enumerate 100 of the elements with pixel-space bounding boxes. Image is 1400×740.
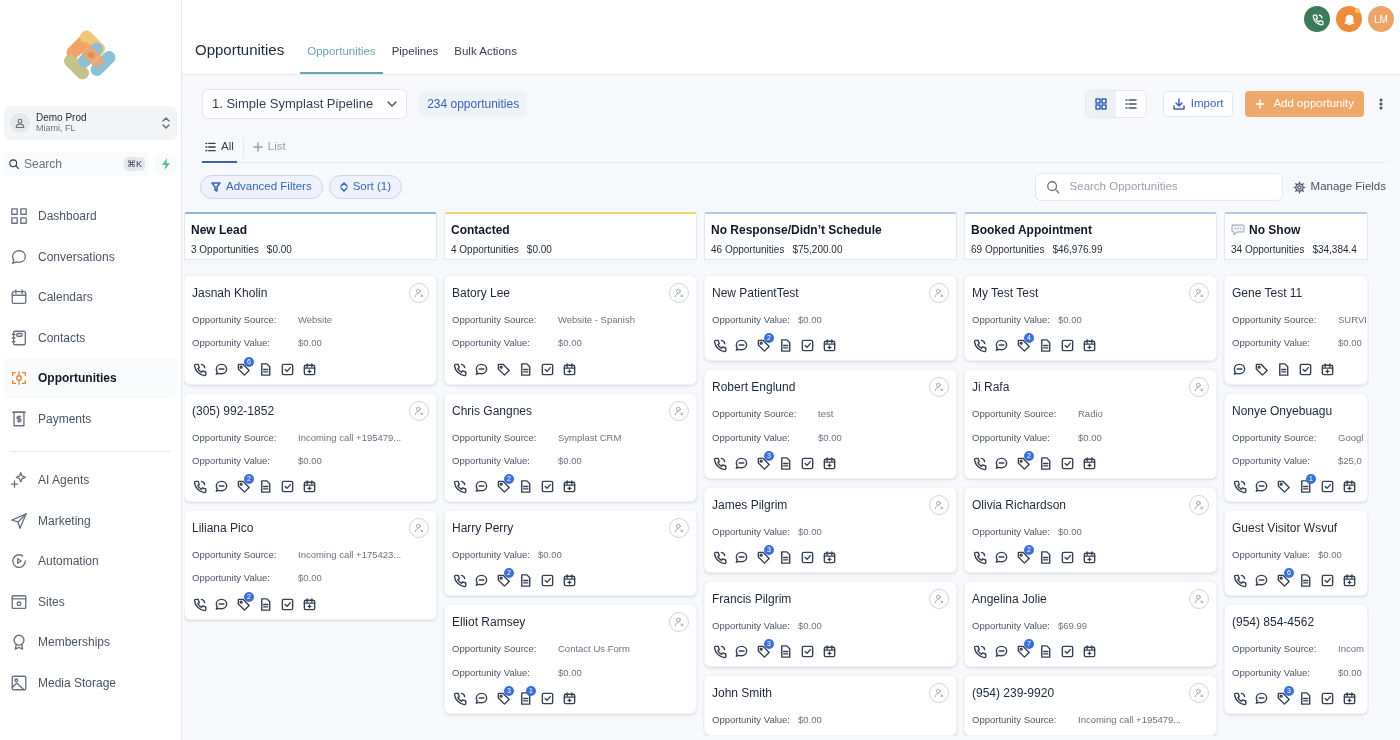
phone-icon [192,596,207,612]
search-field[interactable]: Search ⌘K [4,152,149,176]
grid-view-button[interactable] [1085,91,1116,117]
opportunity-value: $0.00 [298,336,322,351]
sort-button[interactable]: Sort (1) [328,175,402,199]
checkbox-icon [280,479,295,494]
document-icon [1298,479,1313,494]
contact-name: My Test Test [972,285,1039,302]
document-icon [1038,644,1053,660]
calendar-icon [822,644,837,660]
chevron-down-icon [387,101,398,107]
phone-icon [452,361,467,377]
sidebar-item[interactable]: Opportunities [4,358,177,399]
sidebar-item[interactable]: Conversations [4,236,177,277]
calendar-icon [302,596,317,612]
image-icon [10,673,28,692]
sidebar-item[interactable]: Media Storage [4,662,177,703]
source-value: Contact Us Form [558,642,630,657]
import-button[interactable]: Import [1162,91,1234,117]
user-icon [674,288,684,298]
field-label: Opportunity Source: [192,313,278,327]
phone-icon [452,479,467,494]
opportunity-count: 4 Opportunities [451,243,519,257]
field-label: Opportunity Value: [972,524,1050,539]
user-icon [414,288,424,298]
document-icon [518,479,533,494]
sidebar-item[interactable]: Dashboard [4,196,177,237]
tag-icon [1016,455,1031,471]
field-label: Opportunity Source: [452,430,538,445]
sidebar-item[interactable]: Calendars [4,277,177,318]
tag-icon [496,573,511,589]
opportunity-value: $0.00 [538,548,562,562]
account-name: Demo Prod [36,112,88,123]
contact-name: Guest Visitor Wsvuf [1232,520,1338,537]
user-icon [934,382,944,393]
document-icon [258,361,273,377]
source-value: SURVI [1338,313,1367,327]
chevron-up-down-icon [161,116,171,130]
phone-icon [972,338,987,354]
chat-icon [734,455,749,471]
sidebar-item[interactable]: AI Agents [4,460,177,501]
document-icon [518,690,533,706]
lightning-icon [161,158,171,170]
page-tab[interactable]: Bulk Actions [447,42,524,74]
document-icon [258,479,273,494]
contact-name: (954) 239-9920 [972,685,1055,703]
calendar-icon [822,455,837,471]
column-total: $34,384.4 [1312,243,1357,257]
contact-book-icon [10,328,28,347]
column-total: $0.00 [526,243,552,257]
checkbox-icon [540,573,555,589]
phone-icon [452,573,467,589]
source-value: Incom [1338,642,1364,657]
checkbox-icon [540,479,555,494]
chat-icon [734,550,749,565]
chat-icon [994,455,1009,471]
checkbox-icon [1320,690,1335,706]
manage-fields-button[interactable]: Manage Fields [1292,178,1386,196]
checkbox-icon [800,550,815,565]
pipeline-select[interactable]: 1. Simple Symplast Pipeline [202,89,408,119]
document-icon [1038,455,1053,471]
advanced-filters-button[interactable]: Advanced Filters [200,175,323,199]
opportunity-value: $0.00 [798,619,822,633]
opportunity-value: $0.00 [298,453,322,468]
document-icon [1276,361,1291,377]
tag-icon [1016,550,1031,565]
sidebar-item[interactable]: Marketing [4,500,177,541]
contact-name: Ji Rafa [972,379,1010,397]
phone-button[interactable] [1304,6,1330,32]
checkbox-icon [800,455,815,471]
checkbox-icon [1060,550,1075,565]
send-icon [10,511,28,530]
quick-action-button[interactable] [155,153,177,175]
field-label: Opportunity Source: [192,548,278,562]
phone-icon [712,338,727,354]
field-label: Opportunity Source: [1232,430,1318,445]
chat-icon [994,338,1009,354]
opportunity-value: $0.00 [558,453,582,468]
contact-name: Gene Test 11 [1232,285,1303,302]
view-tab[interactable]: All [202,132,237,163]
user-icon [414,523,424,533]
account-switcher[interactable]: Demo Prod Miami, FL [4,106,177,140]
sidebar-item[interactable]: Automation [4,541,177,582]
source-value: Incoming call +175423... [298,548,402,562]
calendar-icon [562,573,577,589]
page-tab[interactable]: Pipelines [384,42,446,74]
sidebar-item[interactable]: Payments [4,398,177,439]
field-label: Opportunity Source: [712,407,798,422]
field-label: Opportunity Source: [452,642,538,657]
chat-icon [734,338,749,354]
sort-icon [339,182,348,192]
field-label: Opportunity Value: [712,524,790,539]
sidebar-item[interactable]: Contacts [4,317,177,358]
source-value: Symplast CRM [558,430,622,445]
sidebar-item[interactable]: Memberships [4,622,177,663]
notifications-button[interactable] [1336,6,1362,32]
sidebar-item[interactable]: Sites [4,581,177,622]
field-label: Opportunity Value: [712,313,790,327]
tag-icon [496,479,511,494]
contact-name: Elliot Ramsey [452,614,526,632]
